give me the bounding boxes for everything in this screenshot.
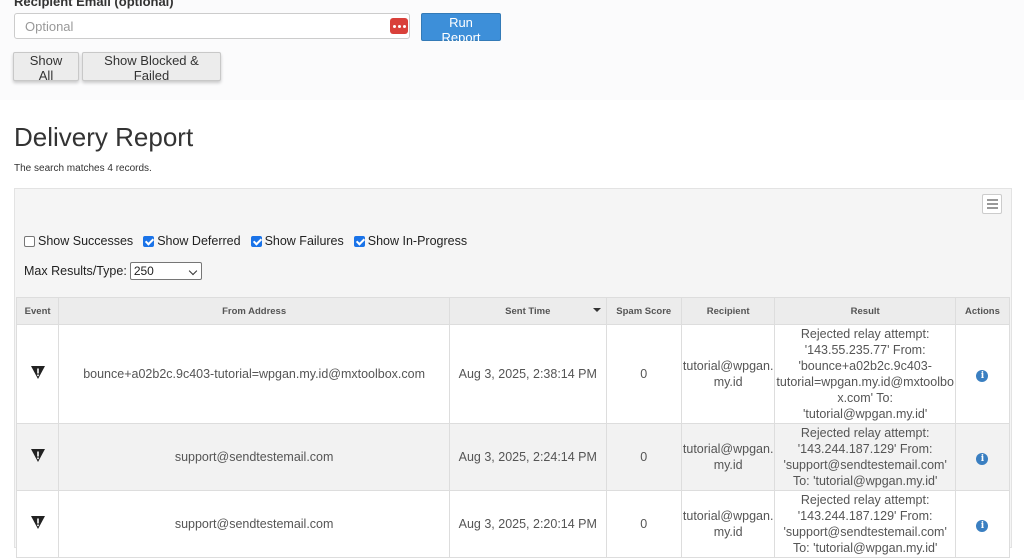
table-row: bounce+a02b2c.9c403-tutorial=wpgan.my.id… bbox=[15, 324, 1011, 424]
col-sent-time[interactable]: Sent Time bbox=[449, 297, 607, 325]
table-row: support@sendtestemail.com Aug 3, 2025, 2:… bbox=[15, 490, 1011, 558]
filter-checkboxes: Show Successes Show Deferred Show Failur… bbox=[24, 234, 477, 248]
info-icon[interactable]: i bbox=[976, 453, 989, 465]
recipient-line: tutorial@wpgan. bbox=[682, 509, 774, 523]
actions-cell: i bbox=[954, 423, 1011, 491]
recipient-cell: tutorial@wpgan. my.id bbox=[680, 490, 776, 558]
max-results-select[interactable]: 250 bbox=[129, 262, 202, 280]
col-from-address[interactable]: From Address bbox=[58, 297, 451, 325]
col-event[interactable]: Event bbox=[15, 297, 60, 325]
info-icon[interactable]: i bbox=[976, 370, 989, 382]
recipient-line: my.id bbox=[713, 458, 743, 472]
filter-label: Show Successes bbox=[38, 234, 134, 248]
col-result[interactable]: Result bbox=[774, 297, 956, 325]
result-line: To: 'tutorial@wpgan.my.id' bbox=[792, 541, 938, 555]
warning-icon bbox=[29, 449, 47, 467]
checkbox[interactable] bbox=[250, 235, 262, 247]
max-results-label: Max Results/Type: bbox=[24, 264, 127, 278]
event-cell bbox=[15, 324, 60, 424]
filter-label: Show In-Progress bbox=[367, 234, 468, 248]
filter-label: Show Deferred bbox=[157, 234, 241, 248]
recipient-cell: tutorial@wpgan. my.id bbox=[680, 324, 776, 424]
sent-time-cell: Aug 3, 2025, 2:20:14 PM bbox=[449, 490, 607, 558]
recipient-email-input[interactable] bbox=[14, 13, 410, 39]
page-title: Delivery Report bbox=[14, 122, 194, 152]
filter-label: Show Failures bbox=[264, 234, 344, 248]
result-line: 'support@sendtestemail.com' bbox=[783, 458, 947, 472]
recipient-line: my.id bbox=[713, 375, 743, 389]
result-line: To: 'tutorial@wpgan.my.id' bbox=[792, 474, 938, 488]
select-value: 250 bbox=[133, 264, 154, 278]
spam-score-cell: 0 bbox=[605, 490, 682, 558]
result-cell: Rejected relay attempt: '143.55.235.77' F… bbox=[774, 324, 956, 424]
spam-score-cell: 0 bbox=[605, 423, 682, 491]
match-count: The search matches 4 records. bbox=[14, 163, 152, 174]
result-line: Rejected relay attempt: bbox=[800, 426, 930, 440]
show-blocked-failed-button[interactable]: Show Blocked & Failed bbox=[82, 52, 221, 83]
spam-score-cell: 0 bbox=[605, 324, 682, 424]
col-recipient[interactable]: Recipient bbox=[680, 297, 776, 325]
sort-desc-icon bbox=[592, 308, 601, 312]
result-line: 'tutorial@wpgan.my.id' bbox=[803, 407, 928, 421]
recipient-line: my.id bbox=[713, 525, 743, 539]
warning-icon bbox=[29, 516, 47, 534]
result-line: 'support@sendtestemail.com' bbox=[783, 525, 947, 539]
result-line: tutorial=wpgan.my.id@mxtoolbo bbox=[776, 375, 954, 389]
show-all-button[interactable]: Show All bbox=[13, 52, 79, 83]
filter-failures[interactable]: Show Failures bbox=[250, 234, 344, 248]
recipient-cell: tutorial@wpgan. my.id bbox=[680, 423, 776, 491]
column-list-icon[interactable] bbox=[982, 194, 1002, 214]
recipient-line: tutorial@wpgan. bbox=[682, 359, 774, 373]
result-cell: Rejected relay attempt: '143.244.187.129'… bbox=[774, 490, 956, 558]
run-report-button[interactable]: Run Report bbox=[421, 13, 501, 45]
result-line: '143.244.187.129' From: bbox=[797, 442, 933, 456]
recipient-line: tutorial@wpgan. bbox=[682, 442, 774, 456]
checkbox[interactable] bbox=[353, 235, 365, 247]
warning-icon bbox=[29, 366, 47, 384]
checkbox[interactable] bbox=[143, 235, 155, 247]
chevron-down-icon bbox=[188, 266, 198, 276]
result-line: Rejected relay attempt: bbox=[800, 327, 930, 341]
result-line: Rejected relay attempt: bbox=[800, 493, 930, 507]
recipient-label: Recipient Email (optional) bbox=[14, 0, 174, 9]
sent-time-cell: Aug 3, 2025, 2:24:14 PM bbox=[449, 423, 607, 491]
actions-cell: i bbox=[954, 324, 1011, 424]
max-results-row: Max Results/Type: 250 bbox=[24, 262, 202, 280]
table-row: support@sendtestemail.com Aug 3, 2025, 2:… bbox=[15, 423, 1011, 491]
sent-time-cell: Aug 3, 2025, 2:38:14 PM bbox=[449, 324, 607, 424]
from-address-cell: bounce+a02b2c.9c403-tutorial=wpgan.my.id… bbox=[58, 324, 451, 424]
filter-successes[interactable]: Show Successes bbox=[24, 234, 133, 248]
result-cell: Rejected relay attempt: '143.244.187.129'… bbox=[774, 423, 956, 491]
result-line: '143.55.235.77' From: bbox=[804, 343, 926, 357]
result-line: 'bounce+a02b2c.9c403- bbox=[798, 359, 932, 373]
result-line: x.com' To: bbox=[837, 391, 893, 405]
col-spam-score[interactable]: Spam Score bbox=[605, 297, 682, 325]
col-actions: Actions bbox=[954, 297, 1011, 325]
delivery-table: Event From Address Sent Time Spam Score … bbox=[15, 297, 1011, 558]
result-line: '143.244.187.129' From: bbox=[797, 509, 933, 523]
actions-cell: i bbox=[954, 490, 1011, 558]
filter-in-progress[interactable]: Show In-Progress bbox=[353, 234, 468, 248]
checkbox[interactable] bbox=[24, 235, 35, 247]
col-sent-time-label: Sent Time bbox=[505, 305, 551, 317]
from-address-cell: support@sendtestemail.com bbox=[58, 423, 451, 491]
password-manager-icon[interactable] bbox=[390, 18, 408, 34]
event-cell bbox=[15, 490, 60, 558]
event-cell bbox=[15, 423, 60, 491]
info-icon[interactable]: i bbox=[976, 520, 989, 532]
filter-deferred[interactable]: Show Deferred bbox=[143, 234, 241, 248]
from-address-cell: support@sendtestemail.com bbox=[58, 490, 451, 558]
